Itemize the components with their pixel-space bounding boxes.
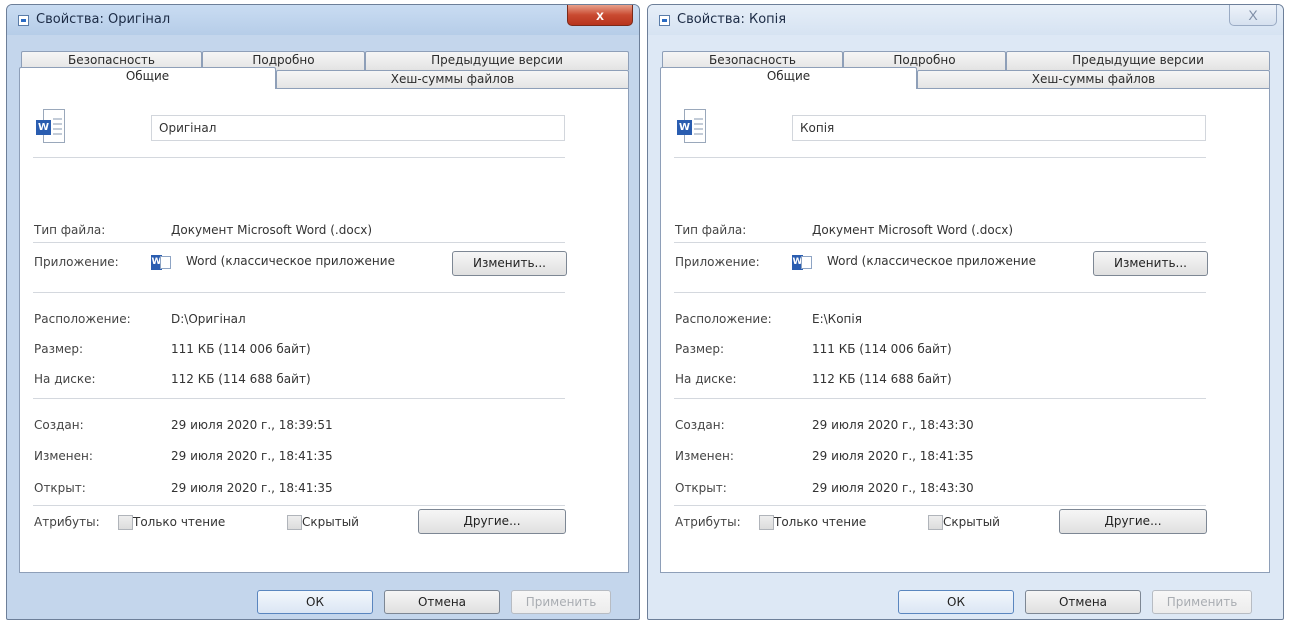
opened-value: 29 июля 2020 г., 18:43:30 xyxy=(812,481,974,495)
divider xyxy=(33,157,565,158)
divider xyxy=(674,242,1206,243)
location-label: Расположение: xyxy=(675,312,772,326)
tab-file-hashes[interactable]: Хеш-суммы файлов xyxy=(276,70,629,89)
disk-size-value: 112 КБ (114 688 байт) xyxy=(171,372,311,386)
size-value: 111 КБ (114 006 байт) xyxy=(812,342,952,356)
divider xyxy=(33,505,565,506)
checkbox-box[interactable] xyxy=(759,515,774,530)
tab-previous-versions[interactable]: Предыдущие версии xyxy=(1006,51,1270,70)
location-value: D:\Оригінал xyxy=(171,312,246,326)
hidden-label: Скрытый xyxy=(943,515,1000,529)
file-type-label: Тип файла: xyxy=(675,223,747,237)
general-panel: W Копія Тип файла: Документ Microsoft Wo… xyxy=(660,88,1270,573)
created-label: Создан: xyxy=(675,418,725,432)
size-value: 111 КБ (114 006 байт) xyxy=(171,342,311,356)
apply-button[interactable]: Применить xyxy=(511,590,611,614)
cancel-button[interactable]: Отмена xyxy=(1025,590,1141,614)
divider xyxy=(674,292,1206,293)
location-value: E:\Копія xyxy=(812,312,862,326)
readonly-label: Только чтение xyxy=(133,515,226,529)
tab-file-hashes[interactable]: Хеш-суммы файлов xyxy=(917,70,1270,89)
ok-button[interactable]: ОК xyxy=(257,590,373,614)
size-label: Размер: xyxy=(34,342,84,356)
tab-general[interactable]: Общие xyxy=(19,67,276,89)
divider xyxy=(33,398,565,399)
divider xyxy=(674,505,1206,506)
file-type-value: Документ Microsoft Word (.docx) xyxy=(812,223,1014,237)
ok-button[interactable]: ОК xyxy=(898,590,1014,614)
other-attributes-button[interactable]: Другие... xyxy=(1059,509,1207,534)
divider xyxy=(33,292,565,293)
opened-label: Открыт: xyxy=(675,481,727,495)
application-value: Word (классическое приложение xyxy=(186,254,395,268)
size-label: Размер: xyxy=(675,342,725,356)
title-bar[interactable]: Свойства: Оригінал x xyxy=(7,5,639,35)
window-title: Свойства: Копія xyxy=(677,12,787,27)
checkbox-box[interactable] xyxy=(928,515,943,530)
cancel-button[interactable]: Отмена xyxy=(384,590,500,614)
attributes-label: Атрибуты: xyxy=(675,515,741,529)
file-name-field[interactable]: Оригінал xyxy=(151,115,565,141)
modified-value: 29 июля 2020 г., 18:41:35 xyxy=(171,449,333,463)
properties-window-copy: Свойства: Копія X Безопасность Подробно … xyxy=(647,4,1284,620)
close-button[interactable]: x xyxy=(567,5,633,26)
application-label: Приложение: xyxy=(675,255,760,269)
window-title: Свойства: Оригінал xyxy=(36,12,171,27)
application-value: Word (классическое приложение xyxy=(827,254,1036,268)
change-button[interactable]: Изменить... xyxy=(452,251,567,276)
dialog-content: Безопасность Подробно Предыдущие версии … xyxy=(16,37,630,573)
created-value: 29 июля 2020 г., 18:43:30 xyxy=(812,418,974,432)
created-label: Создан: xyxy=(34,418,84,432)
word-app-icon: W xyxy=(792,255,813,270)
tab-general[interactable]: Общие xyxy=(660,67,917,89)
file-name-field[interactable]: Копія xyxy=(792,115,1206,141)
disk-size-value: 112 КБ (114 688 байт) xyxy=(812,372,952,386)
dialog-content: Безопасность Подробно Предыдущие версии … xyxy=(657,37,1274,573)
hidden-label: Скрытый xyxy=(302,515,359,529)
close-button[interactable]: X xyxy=(1229,5,1277,26)
opened-value: 29 июля 2020 г., 18:41:35 xyxy=(171,481,333,495)
properties-app-icon xyxy=(659,15,670,26)
modified-label: Изменен: xyxy=(675,449,734,463)
properties-window-original: Свойства: Оригінал x Безопасность Подроб… xyxy=(6,4,640,620)
opened-label: Открыт: xyxy=(34,481,86,495)
location-label: Расположение: xyxy=(34,312,131,326)
disk-size-label: На диске: xyxy=(675,372,737,386)
readonly-label: Только чтение xyxy=(774,515,867,529)
apply-button[interactable]: Применить xyxy=(1152,590,1252,614)
properties-app-icon xyxy=(18,15,29,26)
checkbox-box[interactable] xyxy=(287,515,302,530)
title-bar[interactable]: Свойства: Копія X xyxy=(648,5,1283,35)
file-type-value: Документ Microsoft Word (.docx) xyxy=(171,223,373,237)
modified-value: 29 июля 2020 г., 18:41:35 xyxy=(812,449,974,463)
word-document-icon: W xyxy=(677,109,707,145)
file-type-label: Тип файла: xyxy=(34,223,106,237)
attributes-label: Атрибуты: xyxy=(34,515,100,529)
modified-label: Изменен: xyxy=(34,449,93,463)
created-value: 29 июля 2020 г., 18:39:51 xyxy=(171,418,333,432)
tab-previous-versions[interactable]: Предыдущие версии xyxy=(365,51,629,70)
general-panel: W Оригінал Тип файла: Документ Microsoft… xyxy=(19,88,629,573)
word-app-icon: W xyxy=(151,255,172,270)
divider xyxy=(33,242,565,243)
divider xyxy=(674,157,1206,158)
word-document-icon: W xyxy=(36,109,66,145)
divider xyxy=(674,398,1206,399)
checkbox-box[interactable] xyxy=(118,515,133,530)
disk-size-label: На диске: xyxy=(34,372,96,386)
other-attributes-button[interactable]: Другие... xyxy=(418,509,566,534)
application-label: Приложение: xyxy=(34,255,119,269)
change-button[interactable]: Изменить... xyxy=(1093,251,1208,276)
